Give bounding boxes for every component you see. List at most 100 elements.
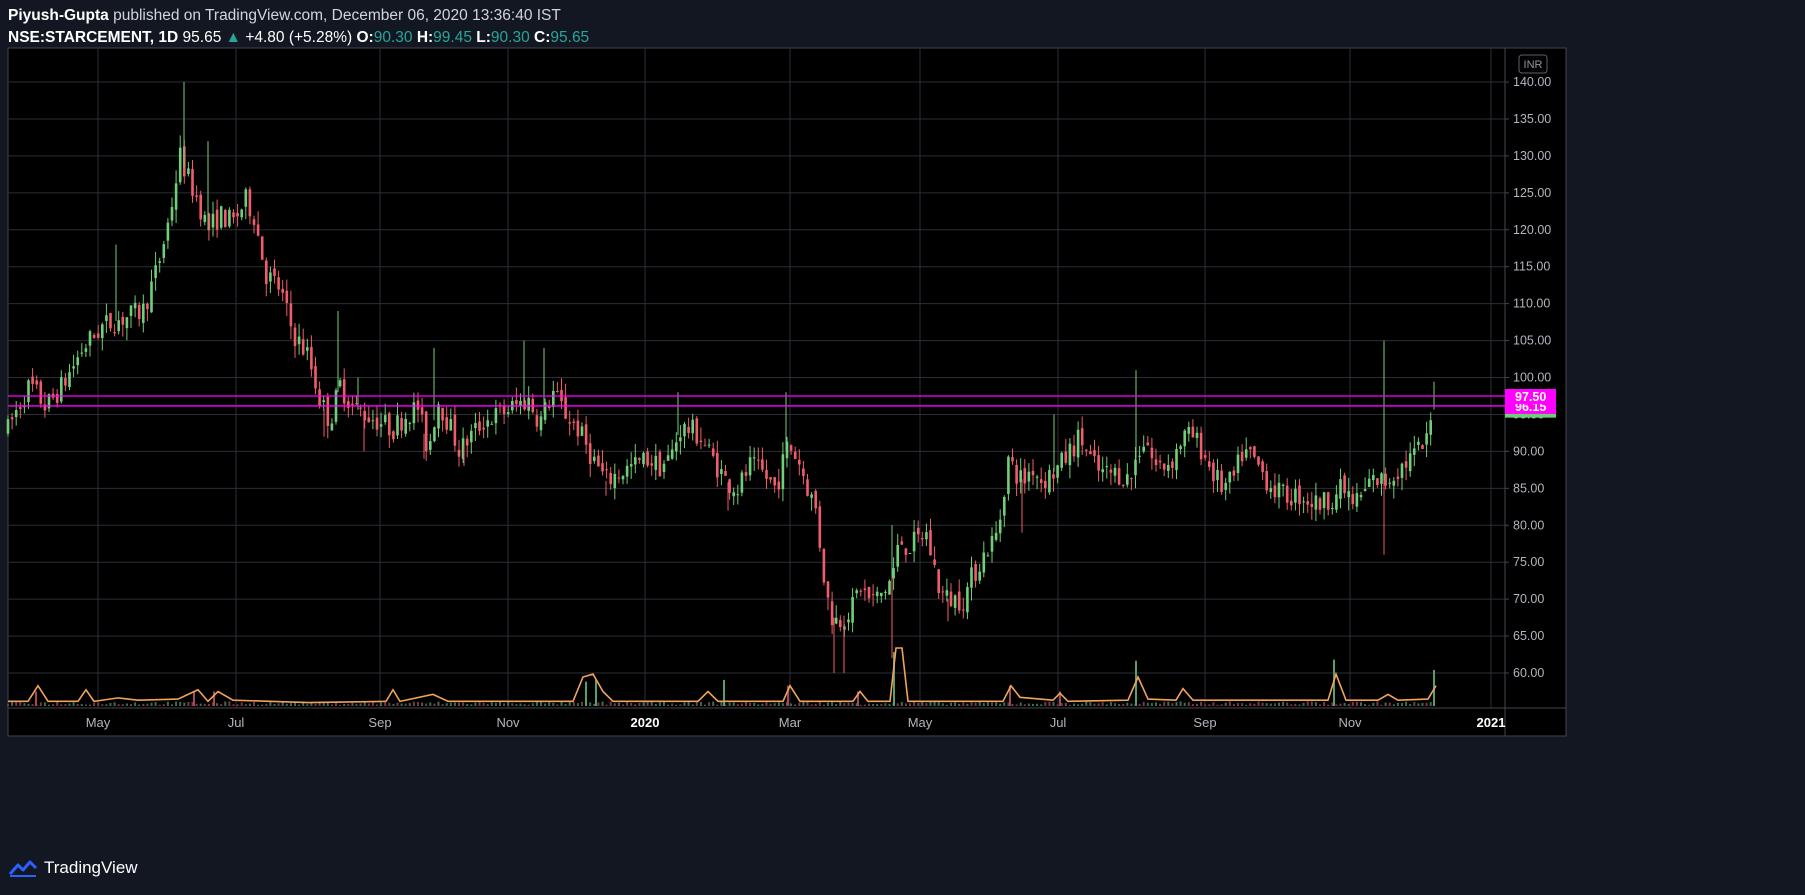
volume-bar: [564, 704, 567, 706]
candle-body: [986, 555, 990, 557]
price-chart[interactable]: 60.0065.0070.0075.0080.0085.0090.0095.00…: [0, 0, 1805, 858]
volume-bar: [1339, 703, 1342, 706]
candle-body: [675, 442, 678, 452]
candle-body: [769, 477, 772, 480]
volume-bar: [986, 702, 989, 706]
candle-body: [597, 455, 600, 467]
volume-bar: [658, 702, 661, 706]
volume-bar: [1347, 703, 1350, 706]
volume-bar: [421, 702, 424, 706]
volume-bar: [56, 701, 59, 706]
volume-spike: [35, 691, 37, 706]
candle-body: [1392, 480, 1396, 486]
volume-bar: [626, 701, 629, 706]
volume-bar: [1155, 702, 1157, 706]
candle-body: [720, 469, 723, 474]
candle-body: [166, 222, 170, 241]
candle-body: [219, 206, 223, 228]
volume-bar: [494, 703, 497, 706]
x-tick-label: May: [86, 715, 111, 730]
volume-bar: [1040, 704, 1043, 706]
volume-bar: [1392, 704, 1395, 706]
volume-bar: [220, 704, 223, 706]
volume-bar: [134, 702, 137, 706]
volume-bar: [851, 703, 854, 706]
candle-body: [306, 347, 309, 351]
volume-bar: [1105, 704, 1108, 706]
volume-bar: [548, 701, 551, 706]
candle-body: [789, 445, 793, 451]
candle-body: [568, 422, 571, 424]
candle-body: [162, 244, 166, 258]
candle-body: [941, 591, 945, 593]
candle-body: [781, 454, 785, 490]
volume-bar: [740, 703, 743, 706]
candle-body: [101, 324, 104, 339]
candle-body: [810, 494, 813, 498]
y-tick-label: 110.00: [1513, 297, 1550, 311]
tradingview-logo-icon[interactable]: [8, 859, 38, 877]
volume-bar: [781, 703, 784, 706]
candle-body: [818, 506, 822, 548]
volume-bar: [921, 702, 924, 706]
volume-bar: [7, 704, 9, 706]
volume-bar: [1265, 703, 1268, 706]
candle-body: [326, 396, 330, 427]
volume-bar: [298, 704, 301, 706]
candle-body: [1060, 452, 1063, 468]
volume-bar: [1032, 703, 1034, 706]
candle-body: [822, 548, 826, 583]
candle-body: [437, 404, 440, 429]
volume-bar: [105, 704, 108, 706]
candle-body: [523, 400, 526, 410]
candle-body: [125, 317, 129, 329]
candle-body: [10, 417, 14, 420]
candle-body: [490, 423, 494, 425]
candle-body: [1117, 468, 1121, 485]
candle-body: [359, 407, 362, 409]
volume-spike: [595, 679, 597, 706]
candle-body: [736, 494, 740, 496]
candle-body: [1093, 450, 1096, 456]
candle-body: [1273, 485, 1277, 498]
candle-body: [1355, 493, 1359, 507]
candle-body: [293, 327, 297, 347]
volume-bar: [716, 704, 719, 706]
volume-bar: [822, 704, 825, 706]
volume-bar: [1101, 702, 1104, 706]
candle-body: [847, 619, 850, 623]
volume-bar: [1159, 703, 1162, 706]
volume-bar: [1396, 702, 1399, 706]
candle-body: [1249, 447, 1252, 450]
candle-body: [1003, 497, 1006, 516]
candle-body: [256, 224, 260, 236]
candle-body: [519, 400, 522, 406]
volume-bar: [207, 703, 210, 706]
volume-bar: [478, 702, 481, 706]
tradingview-brand[interactable]: TradingView: [44, 858, 138, 878]
volume-bar: [519, 703, 522, 706]
candle-body: [146, 303, 149, 310]
volume-bar: [15, 702, 18, 706]
y-tick-label: 65.00: [1513, 629, 1544, 643]
candle-body: [355, 403, 358, 405]
volume-spike: [585, 681, 587, 706]
volume-bar: [1368, 704, 1371, 706]
volume-bar: [43, 702, 46, 706]
volume-bar: [322, 702, 325, 706]
volume-bar: [667, 704, 670, 706]
volume-bar: [1048, 701, 1051, 706]
volume-bar: [1036, 703, 1039, 706]
volume-bar: [966, 703, 969, 706]
candle-body: [1064, 451, 1068, 463]
volume-bar: [798, 702, 801, 706]
candle-body: [445, 417, 448, 430]
candle-body: [1039, 479, 1043, 483]
candle-body: [453, 414, 457, 446]
volume-bar: [453, 702, 456, 706]
candle-body: [1429, 420, 1432, 435]
candle-body: [642, 452, 645, 465]
candle-body: [416, 400, 420, 410]
volume-bar: [970, 702, 973, 706]
candle-body: [900, 541, 904, 545]
